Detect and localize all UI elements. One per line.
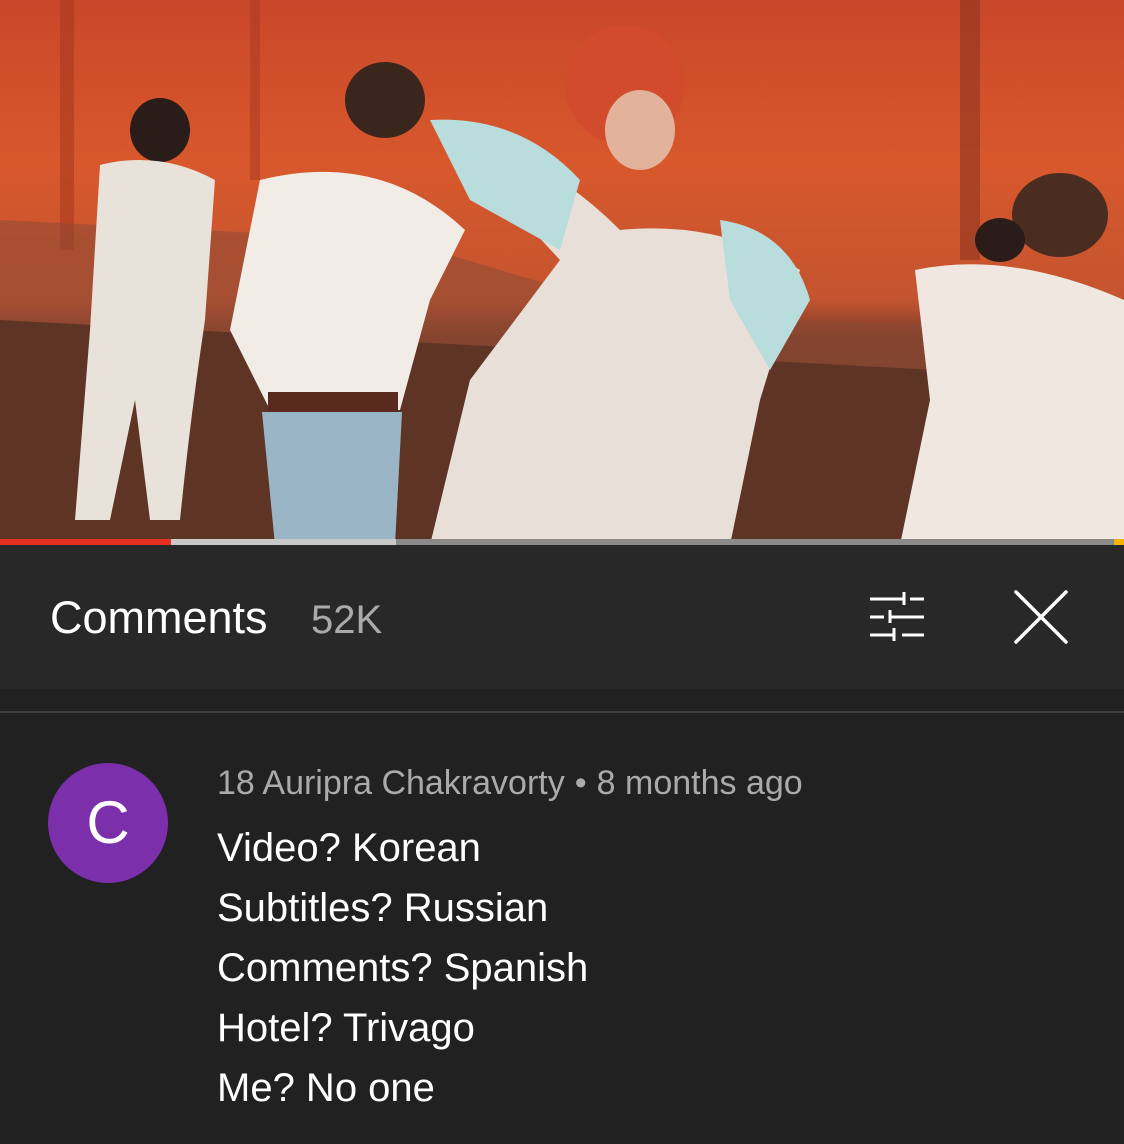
- avatar[interactable]: C: [48, 763, 168, 883]
- comment-item: C 18 Auripra Chakravorty • 8 months ago Vi…: [0, 713, 1124, 1144]
- comments-title: Comments: [50, 592, 268, 643]
- comment-author[interactable]: 18 Auripra Chakravorty: [217, 764, 565, 802]
- meta-separator: •: [574, 764, 587, 802]
- close-comments-button[interactable]: [1006, 585, 1076, 651]
- comment-meta: 18 Auripra Chakravorty • 8 months ago: [217, 763, 803, 803]
- comments-count: 52K: [311, 598, 383, 642]
- video-frame: [0, 0, 1124, 545]
- close-icon: [1014, 590, 1068, 644]
- sort-filter-icon: [870, 592, 924, 641]
- comments-header: Comments 52K: [0, 545, 1124, 689]
- comment-line: Comments? Spanish: [217, 946, 589, 990]
- comment-line: Subtitles? Russian: [217, 886, 549, 930]
- comment-line: Hotel? Trivago: [217, 1006, 475, 1050]
- comment-time: 8 months ago: [596, 764, 803, 802]
- comment-line: Video? Korean: [217, 826, 481, 870]
- comment-text: Video? Korean Subtitles? Russian Comment…: [217, 818, 588, 1118]
- comment-line: Me? No one: [217, 1066, 435, 1110]
- sort-comments-button[interactable]: [862, 587, 932, 647]
- video-player[interactable]: [0, 0, 1124, 545]
